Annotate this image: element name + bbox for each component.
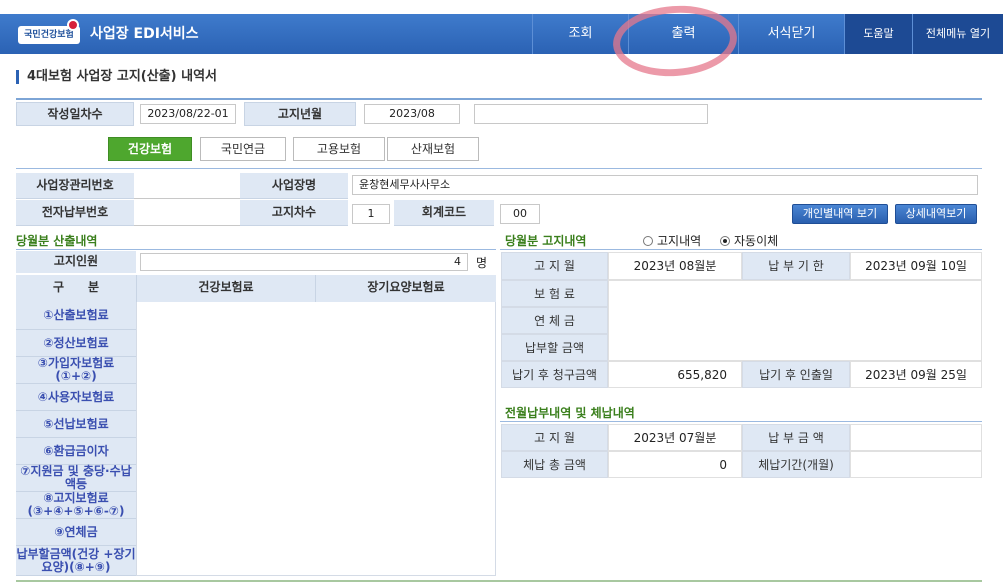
amount-due-label: 납부할 금액 [501,334,608,361]
logo-mark-icon [67,19,79,31]
prev-month-label: 고 지 월 [501,424,608,451]
workplace-name-field: 윤창현세무사사무소 [352,175,978,195]
notice-month-label: 고 지 월 [501,252,608,280]
divider [500,421,982,422]
arrears-total-value: 0 [608,451,742,478]
blank-field [474,104,708,124]
epay-number-label: 전자납부번호 [16,200,134,226]
radio-notice[interactable]: 고지내역 [643,232,701,249]
calc-row-label: ⑦지원금 및 충당·수납액등 [16,465,136,492]
calc-row-label: ⑥환급금이자 [16,438,136,465]
account-code-field: 00 [500,204,540,224]
prev-paid-label: 납 부 금 액 [742,424,850,451]
notice-month-field: 2023/08 [364,104,460,124]
nav-all-menu[interactable]: 전체메뉴 열기 [912,14,1003,54]
ltc-premium-header: 장기요양보험료 [316,275,496,302]
health-premium-header: 건강보험료 [136,275,316,302]
nav-close-form[interactable]: 서식닫기 [738,14,844,54]
late-fee-label: 연 체 금 [501,307,608,334]
due-date-label: 납 부 기 한 [742,252,850,280]
calc-row-label: ⑤선납보험료 [16,411,136,438]
current-calc-section-title: 당월분 산출내역 [16,234,98,248]
workplace-id-label: 사업장관리번호 [16,173,134,199]
detailed-view-button[interactable]: 상세내역보기 [895,204,977,224]
workplace-name-label: 사업장명 [240,173,348,199]
nav-help[interactable]: 도움말 [844,14,912,54]
calc-row-label: ①산출보험료 [16,302,136,330]
headcount-field: 4 [140,253,468,271]
post-due-withdraw-label: 납기 후 인출일 [742,361,850,388]
app-title: 사업장 EDI서비스 [90,26,199,42]
arrears-period-value [850,451,982,478]
radio-selected-icon [720,236,730,246]
premium-label: 보 험 료 [501,280,608,307]
create-date-field: 2023/08/22-01 [140,104,236,124]
post-due-amount-value: 655,820 [608,361,742,388]
post-due-amount-label: 납기 후 청구금액 [501,361,608,388]
notice-seq-label: 고지차수 [240,200,348,226]
epay-number-field [134,200,240,226]
top-navbar: 국민건강보험 사업장 EDI서비스 조회 출력 서식닫기 도움말 전체메뉴 열기 [0,14,1003,54]
radio-icon [643,236,653,246]
create-date-label: 작성일차수 [16,102,134,126]
headcount-unit: 명 [476,256,488,270]
divider [500,249,982,250]
current-notice-section-title: 당월분 고지내역 [505,234,587,248]
account-code-label: 회계코드 [394,200,494,226]
tab-employment[interactable]: 고용보험 [293,137,385,161]
notice-month-value: 2023년 08월분 [608,252,742,280]
tab-health[interactable]: 건강보험 [108,137,192,161]
calc-row-label: 납부할금액(건강 +장기요양)(⑧+⑨) [16,546,136,576]
calc-row-label: ⑧고지보험료 (③+④+⑤+⑥-⑦) [16,492,136,519]
divider [16,580,982,582]
prev-payment-section-title: 전월납부내역 및 체납내역 [505,406,635,420]
tab-industrial[interactable]: 산재보험 [387,137,479,161]
personal-details-button[interactable]: 개인별내역 보기 [792,204,888,224]
premium-values-area [136,302,496,576]
calc-row-label: ②정산보험료 [16,330,136,357]
notice-month-label: 고지년월 [244,102,356,126]
tab-pension[interactable]: 국민연금 [200,137,286,161]
divider [16,98,982,100]
arrears-total-label: 체납 총 금액 [501,451,608,478]
prev-month-value: 2023년 07월분 [608,424,742,451]
calc-row-label: ⑨연체금 [16,519,136,546]
division-header: 구 분 [16,275,136,302]
post-due-withdraw-value: 2023년 09월 25일 [850,361,982,388]
divider [16,168,982,169]
divider [16,249,496,250]
notice-seq-field: 1 [352,204,390,224]
page-title: 4대보험 사업장 고지(산출) 내역서 [16,70,217,84]
premium-values-area [608,280,982,361]
calc-row-label: ④사용자보험료 [16,384,136,411]
due-date-value: 2023년 09월 10일 [850,252,982,280]
calc-row-label: ③가입자보험료 (①+②) [16,357,136,384]
radio-autopay[interactable]: 자동이체 [720,232,778,249]
workplace-id-field [134,173,240,199]
headcount-label: 고지인원 [16,251,136,273]
arrears-period-label: 체납기간(개월) [742,451,850,478]
prev-paid-value [850,424,982,451]
